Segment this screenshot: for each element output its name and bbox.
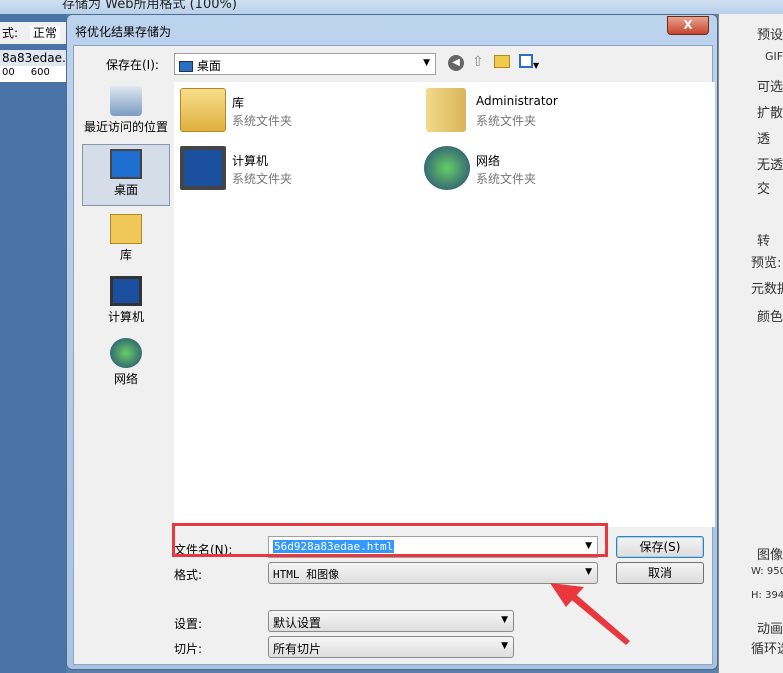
format-label: 格式: bbox=[174, 568, 203, 582]
place-label: 桌面 bbox=[113, 183, 138, 197]
file-name: 库 bbox=[232, 96, 245, 110]
place-label: 库 bbox=[119, 248, 132, 262]
mode-row: 式: 正常 bbox=[0, 22, 66, 44]
mode-label: 式: bbox=[2, 26, 19, 40]
close-button[interactable]: X bbox=[667, 16, 709, 35]
width-label: W: bbox=[751, 566, 764, 577]
slices-value: 所有切片 bbox=[273, 642, 322, 656]
place-computer[interactable]: 计算机 bbox=[82, 272, 170, 334]
ruler-tick: 00 bbox=[2, 67, 15, 78]
desktop-icon bbox=[179, 61, 193, 72]
file-list: 库系统文件夹 Administrator 系统文件夹 计算机 系统文件夹 网络 系统文… bbox=[174, 82, 715, 527]
network-icon bbox=[110, 338, 142, 368]
settings-label: 设置: bbox=[174, 617, 203, 631]
user-folder-icon bbox=[426, 88, 466, 132]
up-folder-icon[interactable]: ⇧ bbox=[472, 54, 484, 70]
annotation-arrow-icon bbox=[550, 583, 630, 645]
place-network[interactable]: 网络 bbox=[82, 334, 170, 396]
place-recent[interactable]: 最近访问的位置 bbox=[82, 82, 170, 144]
file-type: 系统文件夹 bbox=[476, 172, 537, 186]
file-item-administrator[interactable]: Administrator 系统文件夹 bbox=[418, 86, 648, 136]
chevron-down-icon: ▼ bbox=[423, 58, 430, 68]
preview-label: 预览: bbox=[751, 256, 782, 271]
file-name: 网络 bbox=[476, 154, 501, 168]
file-item-library[interactable]: 库系统文件夹 bbox=[174, 86, 404, 136]
back-icon[interactable]: ◀ bbox=[448, 55, 464, 71]
save-in-value: 桌面 bbox=[196, 59, 221, 73]
background-right-panel: 预设 GIF 可选 扩散 透 无透 交 转 预览: 元数据 颜色 图像 W: 9… bbox=[718, 14, 783, 673]
highlight-box bbox=[172, 523, 608, 557]
save-in-select[interactable]: 桌面 ▼ bbox=[174, 53, 436, 75]
save-button[interactable]: 保存(S) bbox=[616, 536, 704, 558]
file-type: 系统文件夹 bbox=[232, 114, 293, 128]
place-label: 计算机 bbox=[107, 310, 144, 324]
save-dialog: 将优化结果存储为 X 保存在(I): 桌面 ▼ ◀ ⇧ ▼ 最近访问的位置 桌面 … bbox=[66, 14, 718, 670]
window-title-text: 存储为 Web所用格式 (100%) bbox=[62, 0, 237, 12]
background-left-panel: 式: 正常 8a83edae. 00 600 bbox=[0, 14, 66, 673]
palette-select[interactable]: 可选 bbox=[757, 76, 783, 95]
settings-value: 默认设置 bbox=[273, 616, 322, 630]
width-field[interactable]: 950 bbox=[767, 566, 783, 577]
color-table-label: 颜色 bbox=[757, 310, 783, 325]
mode-value[interactable]: 正常 bbox=[29, 26, 60, 40]
loop-label: 循环选 bbox=[751, 642, 783, 657]
dialog-body: 保存在(I): 桌面 ▼ ◀ ⇧ ▼ 最近访问的位置 桌面 库 计算机 网络 库系… bbox=[73, 45, 715, 665]
library-icon bbox=[180, 88, 226, 132]
computer-icon bbox=[180, 146, 226, 190]
interlace-checkbox[interactable]: 交 bbox=[757, 178, 770, 197]
save-in-label: 保存在(I): bbox=[106, 58, 159, 72]
place-label: 最近访问的位置 bbox=[83, 120, 168, 134]
dither-select[interactable]: 扩散 bbox=[757, 102, 783, 121]
ruler-tick: 600 bbox=[30, 67, 50, 78]
metadata-label: 元数据 bbox=[751, 282, 783, 297]
desktop-icon bbox=[110, 149, 142, 179]
chevron-down-icon: ▼ bbox=[501, 615, 508, 625]
place-label: 网络 bbox=[113, 372, 138, 386]
file-type: 系统文件夹 bbox=[232, 172, 293, 186]
settings-select[interactable]: 默认设置 ▼ bbox=[268, 610, 514, 632]
places-bar: 最近访问的位置 桌面 库 计算机 网络 bbox=[82, 82, 170, 522]
place-library[interactable]: 库 bbox=[82, 210, 170, 272]
place-desktop[interactable]: 桌面 bbox=[82, 144, 170, 206]
transparency-checkbox[interactable]: 透 bbox=[757, 128, 770, 147]
new-folder-icon[interactable] bbox=[494, 55, 510, 68]
convert-checkbox[interactable]: 转 bbox=[757, 230, 770, 249]
library-icon bbox=[110, 214, 142, 244]
format-value: HTML 和图像 bbox=[273, 568, 340, 581]
slices-select[interactable]: 所有切片 ▼ bbox=[268, 636, 514, 658]
computer-icon bbox=[110, 276, 142, 306]
ruler: 00 600 bbox=[0, 66, 66, 82]
file-tab[interactable]: 8a83edae. bbox=[0, 50, 66, 66]
matte-select[interactable]: 无透 bbox=[757, 154, 783, 173]
background-window-title: 存储为 Web所用格式 (100%) bbox=[0, 0, 783, 14]
format-select[interactable]: GIF bbox=[765, 50, 783, 63]
file-type: 系统文件夹 bbox=[476, 114, 537, 128]
dialog-title: 将优化结果存储为 bbox=[75, 25, 172, 39]
view-menu-icon[interactable]: ▼ bbox=[519, 54, 545, 70]
file-item-network[interactable]: 网络 系统文件夹 bbox=[418, 144, 648, 194]
network-icon bbox=[424, 146, 470, 190]
file-name: 计算机 bbox=[232, 154, 269, 168]
image-size-label: 图像 bbox=[757, 548, 783, 563]
height-field[interactable]: 394 bbox=[765, 590, 783, 601]
height-label: H: bbox=[751, 590, 762, 601]
slices-label: 切片: bbox=[174, 642, 203, 656]
file-item-computer[interactable]: 计算机 系统文件夹 bbox=[174, 144, 404, 194]
preset-label: 预设 bbox=[757, 28, 783, 43]
chevron-down-icon: ▼ bbox=[501, 641, 508, 651]
animation-label: 动画 bbox=[757, 622, 783, 637]
file-name: Administrator bbox=[476, 94, 558, 108]
recent-places-icon bbox=[110, 86, 142, 116]
